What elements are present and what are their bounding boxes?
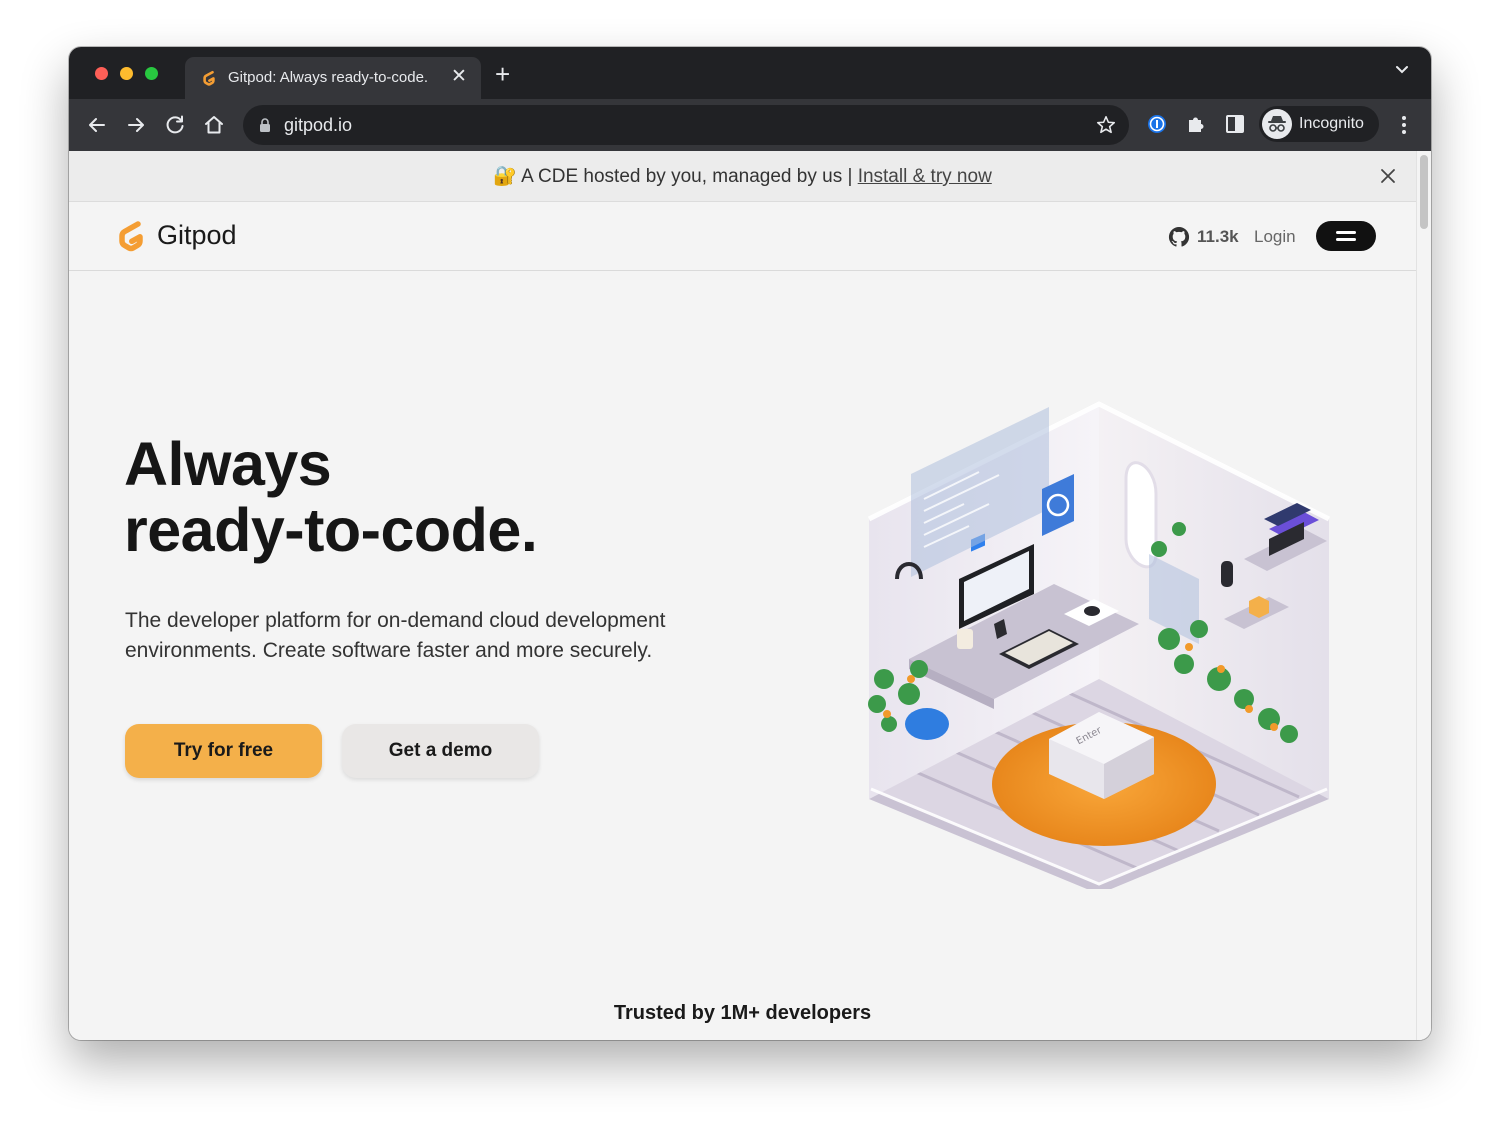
github-icon[interactable] bbox=[1167, 225, 1191, 249]
hero-subtitle: The developer platform for on-demand clo… bbox=[125, 609, 666, 662]
logo-wordmark[interactable]: Gitpod bbox=[157, 220, 237, 251]
new-tab-button[interactable]: + bbox=[495, 61, 510, 87]
incognito-avatar bbox=[1262, 109, 1292, 139]
announcement-banner: 🔐 A CDE hosted by you, managed by us | I… bbox=[69, 151, 1416, 202]
isometric-dev-room-illustration: Enter bbox=[867, 401, 1331, 889]
close-window-button[interactable] bbox=[95, 67, 108, 80]
browser-menu-icon[interactable] bbox=[1395, 113, 1413, 137]
install-try-now-link[interactable]: Install & try now bbox=[858, 166, 992, 187]
gitpod-favicon-icon bbox=[203, 70, 215, 86]
tab-close-icon[interactable]: ✕ bbox=[451, 66, 467, 88]
maximize-window-button[interactable] bbox=[145, 67, 158, 80]
login-link[interactable]: Login bbox=[1254, 227, 1296, 247]
hero-title-line-1: Always bbox=[124, 430, 332, 498]
incognito-icon bbox=[1268, 116, 1286, 132]
hero-title-line-2: ready-to-code. bbox=[124, 496, 538, 564]
try-for-free-button[interactable]: Try for free bbox=[125, 724, 322, 778]
reload-icon[interactable] bbox=[163, 113, 187, 137]
address-bar[interactable]: gitpod.io bbox=[243, 105, 1129, 145]
banner-close-icon[interactable] bbox=[1377, 165, 1399, 187]
active-tab[interactable]: Gitpod: Always ready-to-code. ✕ bbox=[185, 57, 481, 99]
site-header: Gitpod 11.3k Login bbox=[69, 202, 1416, 271]
github-stars-count[interactable]: 11.3k bbox=[1197, 227, 1239, 247]
banner-text: A CDE hosted by you, managed by us | bbox=[521, 166, 858, 187]
tab-search-chevron-icon[interactable] bbox=[1395, 65, 1409, 75]
incognito-label: Incognito bbox=[1299, 115, 1364, 132]
page-scrollbar[interactable] bbox=[1416, 151, 1431, 1040]
extensions-puzzle-icon[interactable] bbox=[1185, 113, 1207, 135]
menu-line-icon bbox=[1336, 238, 1356, 241]
browser-toolbar: gitpod.io Incognito bbox=[69, 99, 1431, 151]
tab-strip: Gitpod: Always ready-to-code. ✕ + bbox=[69, 47, 1431, 99]
trusted-by-heading: Trusted by 1M+ developers bbox=[613, 1002, 872, 1024]
lock-icon[interactable] bbox=[259, 117, 271, 133]
url-text[interactable]: gitpod.io bbox=[284, 115, 352, 136]
hero-title: Always ready-to-code. bbox=[124, 430, 538, 564]
forward-arrow-icon[interactable] bbox=[124, 113, 148, 137]
minimize-window-button[interactable] bbox=[120, 67, 133, 80]
page-viewport: 🔐 A CDE hosted by you, managed by us | I… bbox=[69, 151, 1431, 1040]
side-panel-icon[interactable] bbox=[1224, 113, 1246, 135]
back-arrow-icon[interactable] bbox=[85, 113, 109, 137]
get-a-demo-button[interactable]: Get a demo bbox=[342, 724, 539, 778]
password-manager-extension-icon[interactable] bbox=[1146, 113, 1168, 135]
menu-line-icon bbox=[1336, 231, 1356, 234]
incognito-profile-button[interactable]: Incognito bbox=[1259, 106, 1379, 142]
scrollbar-thumb[interactable] bbox=[1420, 155, 1428, 229]
home-icon[interactable] bbox=[202, 113, 226, 137]
menu-toggle-button[interactable] bbox=[1316, 221, 1376, 251]
bookmark-star-icon[interactable] bbox=[1095, 114, 1117, 136]
browser-window: Gitpod: Always ready-to-code. ✕ + gitpod… bbox=[69, 47, 1431, 1040]
lock-key-emoji-icon: 🔐 bbox=[493, 166, 517, 187]
gitpod-logo-icon[interactable] bbox=[111, 216, 151, 256]
tab-title: Gitpod: Always ready-to-code. bbox=[228, 69, 429, 86]
banner-message: 🔐 A CDE hosted by you, managed by us | I… bbox=[69, 164, 1416, 188]
